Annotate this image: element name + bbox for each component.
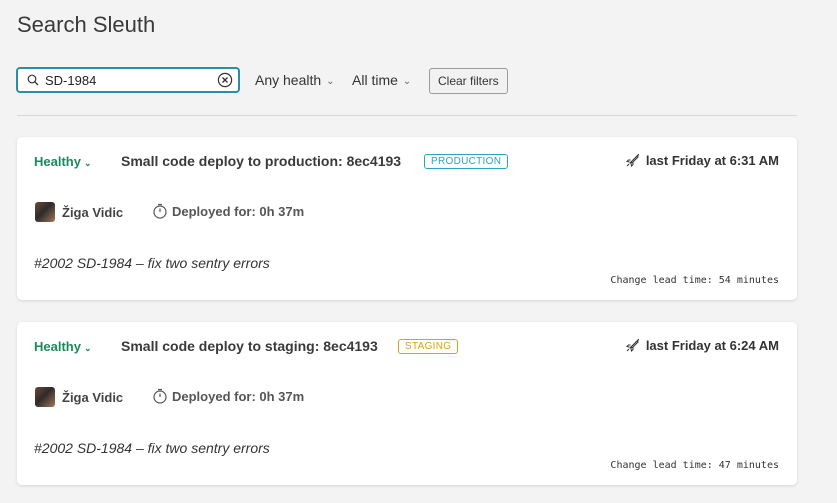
health-filter-dropdown[interactable]: Any health ⌄ — [255, 72, 335, 88]
change-lead-time: Change lead time: 54 minutes — [610, 275, 779, 286]
chevron-down-icon: ⌄ — [326, 76, 335, 87]
deploy-time-label: last Friday at 6:24 AM — [645, 338, 779, 353]
health-filter-label: Any health — [255, 72, 322, 88]
deploy-time-label: last Friday at 6:31 AM — [645, 153, 779, 168]
change-lead-time: Change lead time: 47 minutes — [610, 460, 779, 471]
deploy-duration: Deployed for: 0h 37m — [152, 203, 304, 219]
search-icon — [27, 74, 39, 86]
deploy-duration: Deployed for: 0h 37m — [152, 388, 304, 404]
author-name: Žiga Vidic — [62, 205, 124, 220]
avatar — [35, 202, 55, 222]
time-filter-dropdown[interactable]: All time ⌄ — [352, 72, 411, 88]
page-title: Search Sleuth — [17, 12, 156, 37]
commit-message: #2002 SD-1984 – fix two sentry errors — [34, 255, 270, 271]
stopwatch-icon — [153, 388, 167, 404]
chevron-down-icon: ⌄ — [83, 158, 92, 168]
search-field[interactable]: SD-1984 — [16, 67, 240, 93]
clear-search-icon[interactable] — [217, 72, 233, 88]
health-status-label: Healthy — [34, 154, 81, 169]
clear-filters-button[interactable]: Clear filters — [429, 68, 508, 94]
deploy-card[interactable]: Healthy ⌄ Small code deploy to production… — [17, 137, 797, 300]
health-status-dropdown[interactable]: Healthy ⌄ — [34, 339, 92, 354]
rocket-icon — [625, 153, 639, 167]
divider — [17, 115, 797, 116]
deploy-title[interactable]: Small code deploy to staging: 8ec4193 — [121, 338, 378, 354]
search-input[interactable]: SD-1984 — [45, 73, 96, 88]
commit-message: #2002 SD-1984 – fix two sentry errors — [34, 440, 270, 456]
deploy-title[interactable]: Small code deploy to production: 8ec4193 — [121, 153, 401, 169]
deploy-time: last Friday at 6:31 AM — [625, 153, 779, 168]
environment-badge: PRODUCTION — [424, 154, 509, 169]
chevron-down-icon: ⌄ — [83, 343, 92, 353]
rocket-icon — [625, 338, 639, 352]
deploy-card[interactable]: Healthy ⌄ Small code deploy to staging: 8… — [17, 322, 797, 485]
health-status-label: Healthy — [34, 339, 81, 354]
chevron-down-icon: ⌄ — [402, 76, 412, 87]
avatar — [35, 387, 55, 407]
deploy-duration-label: Deployed for: 0h 37m — [172, 389, 305, 404]
author-name: Žiga Vidic — [62, 390, 124, 405]
deploy-time: last Friday at 6:24 AM — [625, 338, 779, 353]
environment-badge: STAGING — [398, 339, 459, 354]
health-status-dropdown[interactable]: Healthy ⌄ — [34, 154, 92, 169]
time-filter-label: All time — [352, 72, 398, 88]
stopwatch-icon — [153, 203, 167, 219]
deploy-duration-label: Deployed for: 0h 37m — [172, 204, 305, 219]
